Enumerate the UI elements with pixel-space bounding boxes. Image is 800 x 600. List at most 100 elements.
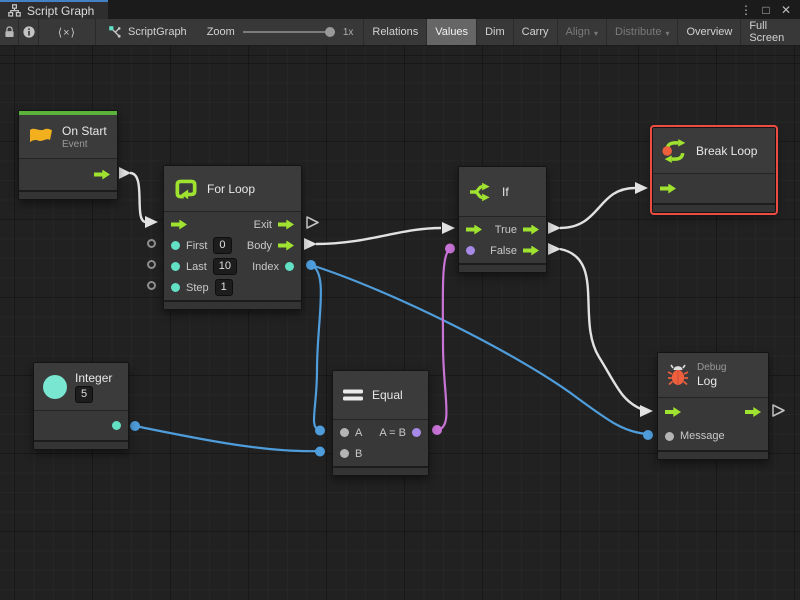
graph-name-label: ScriptGraph <box>128 26 187 38</box>
first-value-field[interactable]: 0 <box>213 237 231 254</box>
maximize-icon[interactable]: □ <box>758 3 774 17</box>
relations-button[interactable]: Relations <box>363 19 426 45</box>
values-button[interactable]: Values <box>426 19 476 45</box>
full-screen-button[interactable]: Full Screen <box>740 19 800 45</box>
b-in-port[interactable] <box>340 449 349 458</box>
node-title: For Loop <box>207 182 255 196</box>
integer-out-port[interactable] <box>112 421 121 430</box>
body-label: Body <box>247 240 272 252</box>
first-in-port[interactable] <box>171 241 180 250</box>
node-title: Break Loop <box>696 144 757 158</box>
node-debug-log[interactable]: Debug Log Message <box>657 352 769 460</box>
distribute-dropdown[interactable]: Distribute ▾ <box>606 19 677 45</box>
node-equal[interactable]: Equal A A = B B <box>332 370 429 476</box>
carry-button[interactable]: Carry <box>513 19 557 45</box>
lock-icon <box>3 25 16 39</box>
node-title: Log <box>697 374 726 388</box>
break-loop-header[interactable]: Break Loop <box>653 128 775 174</box>
script-graph-icon <box>108 25 122 39</box>
bug-icon <box>667 363 689 387</box>
integer-value-field[interactable]: 5 <box>75 386 93 403</box>
for-loop-row-step: Step 1 <box>164 277 301 298</box>
condition-in-port[interactable] <box>466 246 475 255</box>
flow-out-port[interactable] <box>745 407 761 417</box>
last-label: Last <box>186 261 207 273</box>
lock-button[interactable] <box>0 19 19 45</box>
overview-label: Overview <box>686 26 732 38</box>
flow-in-port[interactable] <box>665 407 681 417</box>
dim-button[interactable]: Dim <box>476 19 513 45</box>
window-menu-icon[interactable]: ⋮ <box>738 3 754 17</box>
on-start-out-row <box>19 161 117 188</box>
code-preview-button[interactable]: ⟨×⟩ <box>39 19 96 45</box>
equal-header[interactable]: Equal <box>333 371 428 420</box>
true-label: True <box>495 224 517 236</box>
node-for-loop[interactable]: For Loop Exit First 0 Body Last 10 <box>163 165 302 310</box>
node-title: On Start <box>62 124 107 138</box>
node-footer <box>164 300 301 309</box>
tab-script-graph[interactable]: Script Graph <box>0 0 108 19</box>
zoom-label: Zoom <box>207 26 235 38</box>
message-label: Message <box>680 430 725 442</box>
zoom-slider[interactable] <box>243 31 335 33</box>
info-button[interactable] <box>19 19 38 45</box>
flag-icon <box>28 127 54 147</box>
debug-log-flow-row <box>658 400 768 424</box>
body-out-port[interactable] <box>278 241 294 251</box>
chevron-down-icon: ▾ <box>665 29 669 38</box>
step-label: Step <box>186 282 209 294</box>
last-value-field[interactable]: 10 <box>213 258 237 275</box>
integer-type-icon <box>43 375 67 399</box>
equal-row-b: B <box>333 443 428 464</box>
graph-name-breadcrumb[interactable]: ScriptGraph <box>96 19 197 45</box>
index-out-port[interactable] <box>285 262 294 271</box>
dim-label: Dim <box>485 26 505 38</box>
distribute-label: Distribute <box>615 26 661 38</box>
window-controls: ⋮ □ ✕ <box>738 0 800 19</box>
result-out-port[interactable] <box>412 428 421 437</box>
a-in-port[interactable] <box>340 428 349 437</box>
info-icon <box>22 25 36 39</box>
node-subtitle: Event <box>62 139 107 150</box>
node-if[interactable]: If True False <box>458 166 547 273</box>
equal-row-a: A A = B <box>333 422 428 443</box>
message-in-port[interactable] <box>665 432 674 441</box>
node-break-loop[interactable]: Break Loop <box>652 127 776 213</box>
node-footer <box>653 203 775 212</box>
values-label: Values <box>435 26 468 38</box>
node-title: Integer <box>75 371 112 385</box>
false-out-port[interactable] <box>523 246 539 256</box>
node-integer[interactable]: Integer 5 <box>33 362 129 450</box>
last-in-port[interactable] <box>171 262 180 271</box>
carry-label: Carry <box>522 26 549 38</box>
integer-header[interactable]: Integer 5 <box>34 363 128 411</box>
true-out-port[interactable] <box>523 225 539 235</box>
equals-icon <box>342 388 364 402</box>
align-dropdown[interactable]: Align ▾ <box>557 19 606 45</box>
node-on-start[interactable]: On Start Event <box>18 110 118 200</box>
relations-label: Relations <box>372 26 418 38</box>
flow-in-port[interactable] <box>171 220 187 230</box>
flow-in-port[interactable] <box>466 225 482 235</box>
step-in-port[interactable] <box>171 283 180 292</box>
zoom-slider-handle[interactable] <box>325 27 335 37</box>
node-footer <box>459 263 546 272</box>
first-label: First <box>186 240 207 252</box>
index-label: Index <box>252 261 279 273</box>
close-icon[interactable]: ✕ <box>778 3 794 17</box>
if-header[interactable]: If <box>459 167 546 217</box>
for-loop-row-first-body: First 0 Body <box>164 235 301 256</box>
unconnected-step-indicator <box>147 281 156 290</box>
exit-out-port[interactable] <box>278 220 294 230</box>
flow-out-port[interactable] <box>94 170 110 180</box>
debug-log-header[interactable]: Debug Log <box>658 353 768 398</box>
flow-in-port[interactable] <box>660 184 676 194</box>
if-row-true: True <box>459 219 546 240</box>
for-loop-header[interactable]: For Loop <box>164 166 301 212</box>
overview-button[interactable]: Overview <box>677 19 740 45</box>
step-value-field[interactable]: 1 <box>215 279 233 296</box>
node-group-label: Debug <box>697 362 726 373</box>
code-preview-icon: ⟨×⟩ <box>58 26 76 39</box>
debug-log-message-row: Message <box>658 424 768 448</box>
on-start-header[interactable]: On Start Event <box>19 115 117 159</box>
